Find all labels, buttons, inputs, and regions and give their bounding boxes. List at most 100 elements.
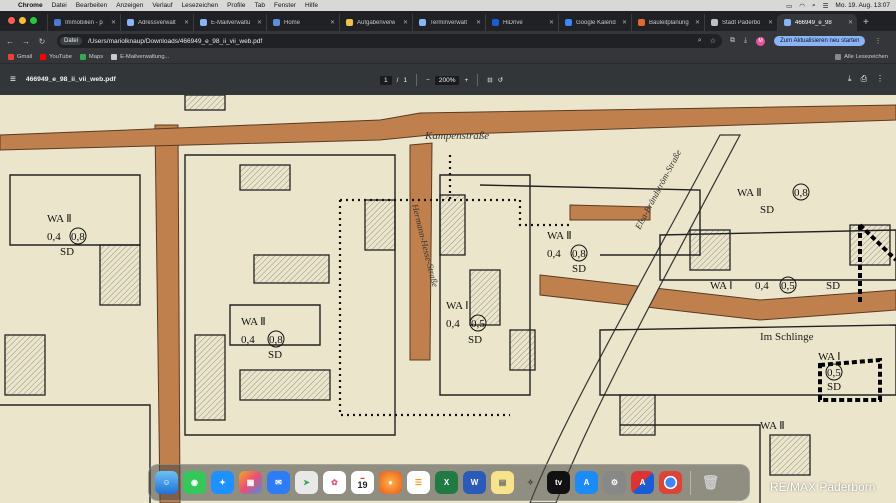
control-center-icon[interactable]: ☰	[823, 2, 829, 10]
menu-item-anzeigen[interactable]: Anzeigen	[116, 2, 143, 9]
battery-icon[interactable]: ▭	[786, 2, 792, 10]
zoom-in-icon[interactable]: +	[464, 77, 468, 84]
tab-favicon	[200, 19, 207, 26]
tab-emailverwaltung[interactable]: E-Mailverwaltu ✕	[193, 14, 266, 31]
menu-item-lesezeichen[interactable]: Lesezeichen	[182, 2, 219, 9]
rotate-icon[interactable]: ↺	[498, 76, 503, 84]
calendar-icon[interactable]: ▬ 19	[351, 471, 374, 494]
close-tab-icon[interactable]: ✕	[111, 19, 116, 26]
menu-app-name[interactable]: Chrome	[18, 2, 43, 9]
bookmark-youtube[interactable]: YouTube	[40, 54, 72, 60]
close-tab-icon[interactable]: ✕	[330, 19, 335, 26]
notes-icon[interactable]: ▤	[491, 471, 514, 494]
tab-hidrive[interactable]: HiDrive ✕	[485, 14, 558, 31]
bookmark-gmail[interactable]: Gmail	[8, 54, 32, 60]
forward-icon[interactable]: →	[20, 37, 32, 46]
building	[99, 244, 141, 306]
fit-page-icon[interactable]: ⊟	[487, 76, 492, 84]
youtube-icon	[40, 54, 47, 60]
svg-text:0,8: 0,8	[269, 334, 283, 346]
zone-label-bottom: WA Ⅱ	[760, 420, 785, 432]
app-store-icon[interactable]: A	[575, 471, 598, 494]
preview-icon[interactable]: ✧	[519, 471, 542, 494]
firefox-icon[interactable]: ●	[379, 471, 402, 494]
close-tab-icon[interactable]: ✕	[476, 19, 481, 26]
menu-item-profile[interactable]: Profile	[227, 2, 245, 9]
reminders-icon[interactable]: ☰	[407, 471, 430, 494]
close-window-button[interactable]	[8, 17, 15, 24]
word-icon[interactable]: W	[463, 471, 486, 494]
update-restart-button[interactable]: Zum Aktualisieren neu starten	[774, 36, 866, 46]
extensions-icon[interactable]: ⧉	[730, 37, 735, 45]
menu-item-bearbeiten[interactable]: Bearbeiten	[76, 2, 107, 9]
all-bookmarks[interactable]: Alle Lesezeichen	[835, 54, 888, 60]
download-icon[interactable]: ⤓	[744, 37, 747, 45]
tab-adressverwaltung[interactable]: Adressverwalt ✕	[120, 14, 193, 31]
finder-icon[interactable]: ☺	[155, 471, 178, 494]
close-tab-icon[interactable]: ✕	[184, 19, 189, 26]
safari-icon[interactable]: ✦	[211, 471, 234, 494]
bookmark-maps[interactable]: Maps	[79, 54, 103, 60]
close-tab-icon[interactable]: ✕	[848, 19, 853, 26]
new-tab-icon[interactable]: +	[863, 17, 869, 28]
menu-item-verlauf[interactable]: Verlauf	[152, 2, 172, 9]
tab-terminverwaltung[interactable]: Terminverwalt ✕	[412, 14, 485, 31]
excel-icon[interactable]: X	[435, 471, 458, 494]
close-tab-icon[interactable]: ✕	[768, 19, 773, 26]
search-spotlight-icon[interactable]: ⌕	[812, 2, 816, 10]
minimize-window-button[interactable]	[19, 17, 26, 24]
menu-item-datei[interactable]: Datei	[52, 2, 67, 9]
close-tab-icon[interactable]: ✕	[257, 19, 262, 26]
photos-icon[interactable]: ✿	[323, 471, 346, 494]
wifi-icon[interactable]: ◠	[799, 2, 805, 10]
profile-avatar[interactable]: M	[756, 36, 766, 46]
menu-icon[interactable]: ≡	[10, 74, 16, 85]
close-tab-icon[interactable]: ✕	[549, 19, 554, 26]
zoom-window-button[interactable]	[30, 17, 37, 24]
bookmark-star-icon[interactable]: ☆	[710, 37, 716, 45]
reload-icon[interactable]: ↻	[36, 37, 48, 46]
pdf-page-map[interactable]: Kampenstraße Hermann-Hesse-Straße Elsa-B…	[0, 95, 896, 503]
file-scheme-chip[interactable]: Datei	[60, 37, 83, 45]
close-tab-icon[interactable]: ✕	[695, 19, 700, 26]
maps-app-icon[interactable]: ➤	[295, 471, 318, 494]
back-icon[interactable]: ←	[4, 37, 16, 46]
more-menu-icon[interactable]: ⋮	[874, 37, 881, 45]
tab-aufgabenverwaltung[interactable]: Aufgabenverw ✕	[339, 14, 412, 31]
page-number-input[interactable]: 1	[380, 75, 392, 85]
more-actions-icon[interactable]: ⋮	[876, 74, 884, 84]
close-tab-icon[interactable]: ✕	[403, 19, 408, 26]
url-text[interactable]: /Users/mariolknaup/Downloads/466949_e_98…	[88, 38, 262, 45]
zoom-icon[interactable]: ⌕	[698, 37, 702, 45]
bookmark-emailverwaltung[interactable]: E-Mailverwaltung...	[111, 54, 169, 60]
zoom-out-icon[interactable]: −	[426, 77, 430, 84]
tab-immobilien[interactable]: Immobilien - p ✕	[47, 14, 120, 31]
svg-text:SD: SD	[60, 246, 74, 258]
menu-item-tab[interactable]: Tab	[255, 2, 265, 9]
download-pdf-icon[interactable]: ⤓	[848, 74, 852, 84]
tab-label: Immobilien - p	[65, 19, 103, 26]
tab-label: 466949_e_98	[795, 19, 832, 26]
tab-google-kalender[interactable]: Google Kalend ✕	[558, 14, 631, 31]
tab-home[interactable]: Home ✕	[266, 14, 339, 31]
tab-pdf-active[interactable]: 466949_e_98 ✕	[777, 14, 857, 31]
pdf-editor-icon[interactable]: A	[631, 471, 654, 494]
chrome-icon[interactable]	[659, 471, 682, 494]
apple-tv-icon[interactable]: tv	[547, 471, 570, 494]
trash-icon[interactable]: 🗑	[699, 471, 722, 494]
tab-label: Google Kalend	[576, 19, 616, 26]
close-tab-icon[interactable]: ✕	[622, 19, 627, 26]
tab-favicon	[54, 19, 61, 26]
tab-bauleitplanung[interactable]: Bauleitplanung ✕	[631, 14, 704, 31]
address-bar[interactable]: Datei /Users/mariolknaup/Downloads/46694…	[57, 34, 722, 48]
system-settings-icon[interactable]: ⚙	[603, 471, 626, 494]
tab-stadt-paderborn[interactable]: Stadt Paderbo ✕	[704, 14, 777, 31]
zoom-input[interactable]: 200%	[434, 75, 460, 85]
messages-icon[interactable]: ◉	[183, 471, 206, 494]
mail-icon[interactable]: ✉	[267, 471, 290, 494]
menubar-clock[interactable]: Mo. 19. Aug. 13:07	[835, 2, 890, 9]
print-icon[interactable]: ⎙	[861, 74, 867, 84]
menu-item-hilfe[interactable]: Hilfe	[305, 2, 318, 9]
launchpad-icon[interactable]: ▦	[239, 471, 262, 494]
menu-item-fenster[interactable]: Fenster	[274, 2, 296, 9]
